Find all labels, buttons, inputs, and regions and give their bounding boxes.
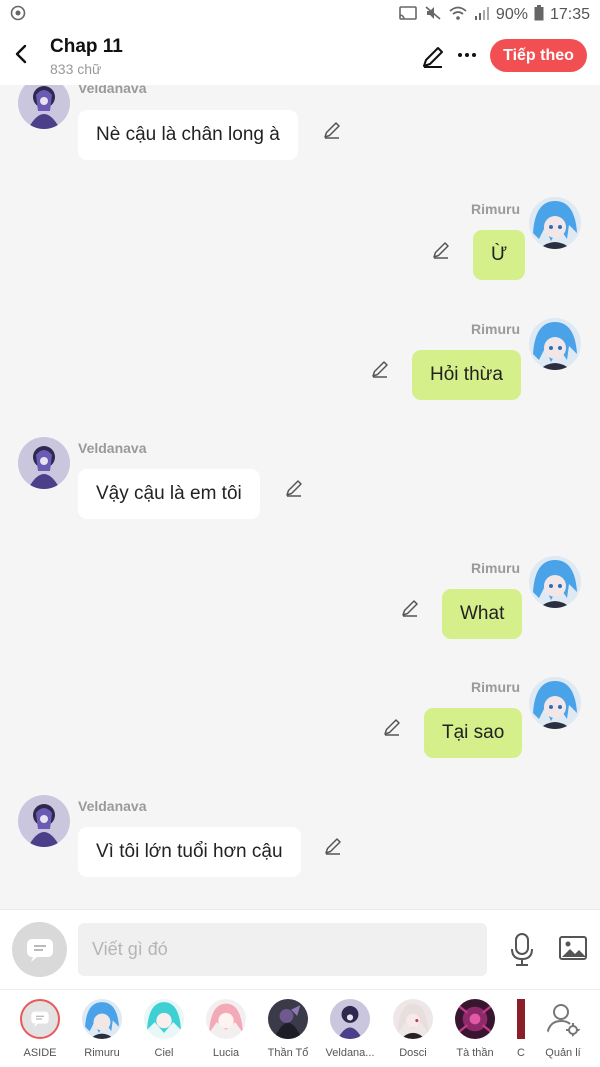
lucia-avatar: [206, 999, 246, 1039]
sender-name: Veldanava: [78, 798, 147, 814]
character-name: Quản lí: [545, 1047, 581, 1059]
character-name: ASIDE: [23, 1047, 57, 1059]
more-button[interactable]: [454, 42, 480, 68]
composer: [0, 909, 600, 989]
manage-characters-button[interactable]: Quản lí: [533, 990, 593, 1067]
character-name: Lucia: [212, 1047, 240, 1059]
status-right: 90% 17:35: [398, 4, 590, 26]
character-ta-than[interactable]: Tà thần: [445, 990, 505, 1067]
battery-percent: 90%: [495, 6, 528, 23]
mute-icon: [424, 5, 442, 26]
edit-button[interactable]: [420, 44, 446, 70]
edit-message-button[interactable]: [370, 359, 390, 379]
aside-chat-icon: [26, 938, 53, 962]
back-arrow-icon: [15, 44, 27, 64]
cast-icon: [398, 5, 418, 26]
message-bubble[interactable]: Vì tôi lớn tuổi hơn cậu: [78, 827, 301, 877]
sender-name: Rimuru: [471, 201, 520, 217]
sender-name: Veldanava: [78, 440, 147, 456]
message-bubble[interactable]: What: [442, 589, 523, 639]
character-than-to[interactable]: Thần Tổ: [258, 990, 318, 1067]
message-bubble[interactable]: Tại sao: [424, 708, 523, 758]
character-name: Dosci: [399, 1047, 427, 1059]
character-ciel[interactable]: Ciel: [134, 990, 194, 1067]
pencil-icon: [402, 600, 418, 617]
notification-icon: [10, 5, 26, 26]
sender-name: Rimuru: [471, 679, 520, 695]
clock: 17:35: [549, 6, 590, 23]
manage-user-icon: [543, 999, 583, 1039]
aside-toggle-button[interactable]: [12, 922, 67, 977]
rimuru-avatar[interactable]: [529, 677, 581, 729]
pencil-icon: [325, 838, 341, 855]
microphone-icon: [511, 933, 533, 966]
signal-icon: [474, 5, 490, 26]
chat-area[interactable]: Veldanava Nè cậu là chân long à Rimuru Ừ…: [0, 85, 600, 909]
rimuru-avatar: [82, 999, 122, 1039]
character-name: Tà thần: [456, 1047, 494, 1059]
header: Chap 11 833 chữ Tiếp theo: [0, 30, 600, 85]
character-name: Veldana...: [325, 1047, 375, 1059]
image-button[interactable]: [558, 934, 588, 962]
character-name: Thần Tổ: [267, 1047, 309, 1059]
sender-name: Rimuru: [471, 321, 520, 337]
pencil-icon: [384, 719, 400, 736]
next-chapter-button[interactable]: Tiếp theo: [490, 39, 587, 72]
word-count: 833 chữ: [50, 61, 102, 77]
image-icon: [559, 936, 587, 960]
message-bubble[interactable]: Vậy cậu là em tôi: [78, 469, 260, 519]
message-input[interactable]: [78, 923, 487, 976]
character-c[interactable]: C: [507, 990, 535, 1067]
message-bubble[interactable]: Ừ: [473, 230, 526, 280]
veldanava-avatar[interactable]: [18, 85, 70, 129]
status-left: [10, 5, 26, 26]
c-avatar: [517, 999, 525, 1039]
edit-message-button[interactable]: [431, 240, 451, 260]
aside-avatar: [20, 999, 60, 1039]
microphone-button[interactable]: [509, 932, 535, 968]
pencil-icon: [324, 122, 340, 139]
character-lucia[interactable]: Lucia: [196, 990, 256, 1067]
ta-than-avatar: [455, 999, 495, 1039]
pencil-icon: [372, 361, 388, 378]
edit-message-button[interactable]: [322, 120, 342, 140]
message-bubble[interactable]: Hỏi thừa: [412, 350, 521, 400]
wifi-icon: [448, 5, 468, 26]
pencil-icon: [286, 480, 302, 497]
sender-name: Veldanava: [78, 85, 147, 96]
character-aside[interactable]: ASIDE: [10, 990, 70, 1067]
veldanava-avatar[interactable]: [18, 437, 70, 489]
dosci-avatar: [393, 999, 433, 1039]
pen-icon: [423, 47, 443, 68]
ciel-avatar: [144, 999, 184, 1039]
sender-name: Rimuru: [471, 560, 520, 576]
edit-message-button[interactable]: [382, 717, 402, 737]
character-name: Rimuru: [84, 1047, 120, 1059]
edit-message-button[interactable]: [400, 598, 420, 618]
message-bubble[interactable]: Nè cậu là chân long à: [78, 110, 298, 160]
rimuru-avatar[interactable]: [529, 556, 581, 608]
veldanava-avatar: [330, 999, 370, 1039]
edit-message-button[interactable]: [323, 836, 343, 856]
character-bar: ASIDE Rimuru Ciel Lucia Thần Tổ Veldana.…: [0, 989, 600, 1067]
rimuru-avatar[interactable]: [529, 318, 581, 370]
aside-chat-icon: [31, 1011, 49, 1027]
character-rimuru[interactable]: Rimuru: [72, 990, 132, 1067]
edit-message-button[interactable]: [284, 478, 304, 498]
character-dosci[interactable]: Dosci: [383, 990, 443, 1067]
chapter-title: Chap 11: [50, 36, 123, 57]
back-button[interactable]: [8, 40, 34, 68]
character-name: C: [517, 1047, 525, 1059]
rimuru-avatar[interactable]: [529, 197, 581, 249]
character-veldanava[interactable]: Veldana...: [320, 990, 380, 1067]
status-bar: 90% 17:35: [0, 0, 600, 30]
pencil-icon: [433, 242, 449, 259]
veldanava-avatar[interactable]: [18, 795, 70, 847]
more-icon: [458, 53, 476, 57]
character-name: Ciel: [154, 1047, 174, 1059]
battery-icon: [534, 4, 544, 26]
than-to-avatar: [268, 999, 308, 1039]
